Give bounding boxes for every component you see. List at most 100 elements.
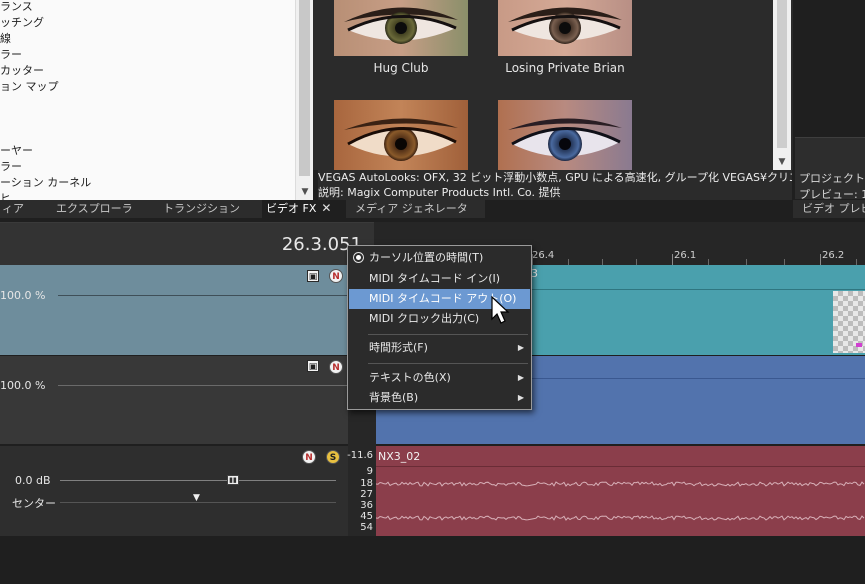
scrollbar-thumb[interactable]: [299, 0, 310, 176]
fx-icon[interactable]: ▣: [307, 360, 319, 372]
ruler-tick: [672, 254, 673, 265]
meter-peak: -11.6: [347, 450, 373, 461]
menu-item-cursor-time[interactable]: カーソル位置の時間(T): [349, 248, 530, 268]
description-line: VEGAS AutoLooks: OFX, 32 ビット浮動小数点, GPU に…: [318, 171, 792, 184]
tab-explorer[interactable]: エクスプローラ: [56, 200, 133, 218]
mute-icon[interactable]: N: [329, 360, 343, 374]
project-info-box: プロジェクト: 1 プレビュー: 1: [795, 137, 865, 201]
meter-scale-label: 27: [360, 489, 373, 500]
preset-thumbnail[interactable]: [498, 100, 632, 170]
menu-separator: [368, 363, 528, 364]
tab-label: ィア: [2, 202, 24, 215]
submenu-arrow-icon: ▶: [517, 343, 524, 352]
tab-media-generators[interactable]: メディア ジェネレータ: [355, 200, 468, 218]
mouse-pointer-icon: [491, 296, 510, 324]
project-info-pane: プロジェクト: 1 プレビュー: 1: [793, 0, 865, 218]
description-line: 説明: Magix Computer Products Intl. Co. 提供: [318, 186, 561, 199]
fx-list-item[interactable]: 線: [0, 32, 11, 46]
clip-marker: 3: [531, 267, 538, 280]
scroll-down-icon[interactable]: ▼: [776, 155, 788, 169]
audio-waveform: [376, 481, 865, 521]
mute-icon[interactable]: N: [329, 269, 343, 283]
pan-value[interactable]: センター: [12, 495, 56, 511]
close-icon[interactable]: ✕: [321, 201, 331, 215]
scrollbar-thumb[interactable]: [777, 0, 787, 148]
window-tabs: ィア エクスプローラ トランジション ビデオ FX ✕ メディア ジェネレータ: [0, 200, 485, 218]
triangle-down-icon[interactable]: ▼: [193, 493, 200, 503]
fx-list-item[interactable]: ョン マップ: [0, 80, 59, 94]
preset-label[interactable]: Losing Private Brian: [498, 61, 632, 75]
fx-list-item[interactable]: ランス: [0, 0, 33, 14]
tab-label: ビデオ FX: [266, 202, 317, 215]
volume-slider[interactable]: [60, 480, 336, 481]
menu-separator: [368, 334, 528, 335]
fx-list-item[interactable]: ッチング: [0, 16, 44, 30]
preset-scrollbar[interactable]: ▼: [773, 0, 791, 170]
scroll-down-icon[interactable]: ▼: [299, 186, 311, 198]
project-label: プロジェクト: 1: [799, 172, 865, 185]
preset-label[interactable]: Hug Club: [334, 61, 468, 75]
ruler-label: 26.1: [674, 250, 697, 261]
solo-icon[interactable]: S: [326, 450, 340, 464]
menu-item-background-color[interactable]: 背景色(B) ▶: [349, 388, 530, 408]
submenu-arrow-icon: ▶: [517, 373, 524, 382]
tab-label: エクスプローラ: [56, 202, 133, 215]
video-track-2-header[interactable]: ▣ N 100.0 %: [0, 356, 348, 444]
fx-icon[interactable]: ▣: [307, 270, 319, 282]
track-level[interactable]: 100.0 %: [0, 289, 45, 302]
volume-slider-handle[interactable]: ▮▮: [227, 475, 239, 485]
audio-meter-scale: -11.6 9 18 27 36 45 54: [347, 446, 376, 536]
fx-list-scrollbar[interactable]: ▼: [295, 0, 313, 200]
menu-item-text-color[interactable]: テキストの色(X) ▶: [349, 368, 530, 388]
eye-image-icon: [498, 100, 632, 170]
menu-item-label: 時間形式(F): [369, 341, 428, 354]
timeline-header: 26.3.051: [0, 222, 374, 265]
menu-item-time-format[interactable]: 時間形式(F) ▶: [349, 338, 530, 358]
level-slider[interactable]: [58, 295, 348, 296]
fx-list-item[interactable]: ーヤー: [0, 144, 33, 158]
fx-list-item[interactable]: ラー: [0, 48, 22, 62]
level-slider[interactable]: [58, 385, 348, 386]
track-level[interactable]: 100.0 %: [0, 379, 45, 392]
tab-video-preview[interactable]: ビデオ プレビュ: [793, 200, 865, 218]
meter-scale-label: 54: [360, 522, 373, 533]
menu-item-label: MIDI クロック出力(C): [369, 312, 480, 325]
fx-list-item[interactable]: ーション カーネル: [0, 176, 91, 190]
preset-thumbnail-hug-club[interactable]: [334, 0, 468, 56]
tab-label: トランジション: [163, 202, 240, 215]
mute-icon[interactable]: N: [302, 450, 316, 464]
tab-label: メディア ジェネレータ: [355, 202, 468, 215]
menu-item-label: 背景色(B): [369, 391, 419, 404]
video-fx-list[interactable]: ランス ッチング 線 ラー カッター ョン マップ ーヤー ラー ーション カー…: [0, 0, 313, 200]
meter-scale-label: 45: [360, 511, 373, 522]
meter-scale-label: 36: [360, 500, 373, 511]
frame-marker: [856, 343, 862, 347]
preset-gallery: Hug Club Losing Private Brian: [313, 0, 793, 170]
tab-media[interactable]: ィア: [2, 200, 24, 218]
ruler-tick: [820, 254, 821, 265]
audio-track-1-header[interactable]: N S 0.0 dB ▮▮ センター ▼: [0, 446, 348, 536]
eye-image-icon: [498, 0, 632, 56]
menu-item-label: MIDI タイムコード イン(I): [369, 272, 501, 285]
menu-item-midi-timecode-in[interactable]: MIDI タイムコード イン(I): [349, 269, 530, 289]
menu-item-label: テキストの色(X): [369, 371, 451, 384]
radio-selected-icon: [353, 252, 364, 263]
preset-thumbnail[interactable]: [334, 100, 468, 170]
ruler-tick: [532, 254, 533, 265]
preset-thumbnail-losing-private-brian[interactable]: [498, 0, 632, 56]
ruler-label: 26.4: [532, 250, 555, 261]
plugin-description: VEGAS AutoLooks: OFX, 32 ビット浮動小数点, GPU に…: [318, 170, 792, 200]
menu-item-label: カーソル位置の時間(T): [369, 251, 484, 264]
tab-video-fx[interactable]: ビデオ FX ✕: [262, 200, 346, 218]
tab-transitions[interactable]: トランジション: [163, 200, 240, 218]
eye-image-icon: [334, 0, 468, 56]
fx-list-item[interactable]: ラー: [0, 160, 22, 174]
audio-clip[interactable]: NX3_02: [376, 446, 865, 536]
fx-list-item[interactable]: カッター: [0, 64, 44, 78]
meter-scale-label: 18: [360, 478, 373, 489]
video-track-1-header[interactable]: ▣ N 100.0 %: [0, 265, 348, 355]
fx-list-item[interactable]: ヒ: [0, 192, 11, 200]
timeline-bottom: [0, 536, 865, 584]
eye-image-icon: [334, 100, 468, 170]
volume-value[interactable]: 0.0 dB: [15, 474, 51, 487]
